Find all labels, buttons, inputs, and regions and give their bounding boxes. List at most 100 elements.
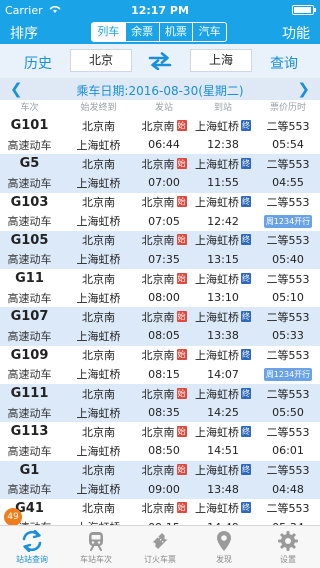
train-number: G105 <box>10 232 49 248</box>
train-row[interactable]: G107 北京南 北京南始上海虹桥终二等553 高速动车 上海虹桥 08:05 13:38 0… <box>0 307 320 346</box>
history-button[interactable]: 历史 <box>24 53 52 73</box>
duration: 06:01 <box>272 444 304 458</box>
segment-bus[interactable]: 汽车 <box>192 23 226 41</box>
departure-time: 08:50 <box>148 444 180 458</box>
train-type: 高速动车 <box>7 444 52 458</box>
origin-station: 北京南 <box>82 425 115 439</box>
terminus-station: 上海虹桥 <box>76 444 121 458</box>
arrival-time: 13:48 <box>207 482 239 496</box>
departure-station-name: 北京南 <box>141 502 175 516</box>
col-origin-terminus[interactable]: 始发终到 <box>59 100 138 116</box>
train-number: G113 <box>10 424 49 440</box>
terminus-badge: 终 <box>241 387 251 399</box>
ticket-price: 二等553 <box>266 425 310 439</box>
departure-station: 北京南始 <box>138 386 190 402</box>
swap-stations-icon[interactable] <box>147 52 173 74</box>
tab-station-query[interactable]: 站站查询 <box>0 526 64 568</box>
ticket-price: 二等553 <box>266 502 310 516</box>
origin-badge: 始 <box>176 119 187 131</box>
arrival-station-name: 上海虹桥 <box>195 387 239 401</box>
ticket-price: 二等553 <box>266 310 310 324</box>
functions-button[interactable]: 功能 <box>282 23 310 43</box>
segment-flights[interactable]: 机票 <box>158 23 193 41</box>
col-arrival[interactable]: 到站 <box>190 100 256 116</box>
train-row[interactable]: G11 北京南 北京南始上海虹桥终二等553 高速动车 上海虹桥 08:00 13:10 05… <box>0 269 320 307</box>
train-number: G101 <box>10 118 49 133</box>
train-type: 高速动车 <box>7 215 52 229</box>
origin-station: 北京南 <box>82 310 115 324</box>
col-train-number[interactable]: 车次 <box>0 100 59 116</box>
origin-station: 北京南 <box>82 502 115 516</box>
query-button[interactable]: 查询 <box>270 53 298 73</box>
terminus-badge: 终 <box>241 157 251 169</box>
arrival-station: 上海虹桥终 <box>190 386 256 402</box>
train-type: 高速动车 <box>7 406 52 420</box>
departure-time: 08:35 <box>148 406 180 420</box>
departure-station-name: 北京南 <box>141 119 175 133</box>
terminus-badge: 终 <box>241 196 251 208</box>
arrival-station: 上海虹桥终 <box>190 424 256 440</box>
swap-arrows-icon <box>22 530 42 552</box>
terminus-badge: 终 <box>241 502 251 514</box>
ticket-icon <box>152 533 168 549</box>
origin-station: 北京南 <box>82 349 115 363</box>
train-row[interactable]: G105 北京南 北京南始上海虹桥终二等553 高速动车 上海虹桥 07:35 13:15 0… <box>0 230 320 270</box>
terminus-badge: 终 <box>241 272 251 284</box>
count-badge[interactable]: 49 <box>4 508 22 526</box>
terminus-station: 上海虹桥 <box>76 176 121 190</box>
train-row[interactable]: G113 北京南 北京南始上海虹桥终二等553 高速动车 上海虹桥 08:50 14:51 0… <box>0 422 320 460</box>
next-day-icon[interactable]: ❯ <box>297 80 310 98</box>
tab-discover[interactable]: 发现 <box>192 526 256 568</box>
terminus-station: 上海虹桥 <box>76 215 121 229</box>
arrival-station: 上海虹桥终 <box>190 156 256 172</box>
departure-station-name: 北京南 <box>141 425 175 439</box>
train-row[interactable]: G111 北京南 北京南始上海虹桥终二等553 高速动车 上海虹桥 08:35 14:25 0… <box>0 384 320 423</box>
train-row[interactable]: G103 北京南 北京南始上海虹桥终二等553 高速动车 上海虹桥 07:05 12:42 周… <box>0 193 320 231</box>
tab-book-tickets[interactable]: 订火车票 <box>128 526 192 568</box>
terminus-badge: 终 <box>241 234 251 246</box>
col-price-duration[interactable]: 票价历时 <box>256 100 320 116</box>
duration-note: 周1234开行 <box>256 367 320 382</box>
departure-time: 08:15 <box>148 367 180 381</box>
arrival-station-name: 上海虹桥 <box>195 310 239 324</box>
ticket-price: 二等553 <box>266 387 310 401</box>
station-search-row: 历史 北京 上海 查询 <box>0 44 320 78</box>
duration: 05:33 <box>272 329 304 343</box>
tab-label: 设置 <box>280 555 296 564</box>
segment-trains[interactable]: 列车 <box>92 23 125 41</box>
arrival-station-name: 上海虹桥 <box>195 349 239 363</box>
arrival-station-name: 上海虹桥 <box>195 272 239 286</box>
sort-button[interactable]: 排序 <box>10 23 38 43</box>
train-row[interactable]: G1 北京南 北京南始上海虹桥终二等553 高速动车 上海虹桥 09:00 13:48 04:… <box>0 460 320 499</box>
travel-date[interactable]: 乘车日期:2016-08-30(星期二) <box>0 82 320 99</box>
departure-station-name: 北京南 <box>141 234 175 248</box>
origin-badge: 始 <box>176 157 187 169</box>
train-row[interactable]: G109 北京南 北京南始上海虹桥终二等553 高速动车 上海虹桥 08:15 14:07 周… <box>0 346 320 384</box>
from-station-field[interactable]: 北京 <box>70 49 132 72</box>
status-bar: Carrier 12:17 PM <box>0 0 320 20</box>
tab-station-trains[interactable]: 车站车次 <box>64 526 128 568</box>
train-number: G5 <box>19 156 40 172</box>
origin-station: 北京南 <box>82 272 115 286</box>
tab-label: 站站查询 <box>16 555 48 564</box>
terminus-station: 上海虹桥 <box>76 138 121 152</box>
departure-station: 北京南始 <box>138 156 190 172</box>
terminus-badge: 终 <box>241 464 251 476</box>
col-departure[interactable]: 发站 <box>138 100 190 116</box>
clock: 12:17 PM <box>131 4 189 17</box>
tab-bar: 站站查询 车站车次 订火车票 发现 设置 <box>0 525 320 568</box>
train-number: G109 <box>10 347 49 363</box>
terminus-badge: 终 <box>241 310 251 322</box>
tab-settings[interactable]: 设置 <box>256 526 320 568</box>
arrival-time: 14:25 <box>207 406 239 420</box>
origin-station: 北京南 <box>82 234 115 248</box>
train-row[interactable]: G101 北京南 北京南始上海虹桥终二等553 高速动车 上海虹桥 06:44 12:38 0… <box>0 116 320 154</box>
gear-icon <box>278 531 298 551</box>
train-row[interactable]: G5 北京南 北京南始上海虹桥终二等553 高速动车 上海虹桥 07:00 11:55 04:… <box>0 154 320 193</box>
segment-remaining-tickets[interactable]: 余票 <box>124 23 159 41</box>
to-station-field[interactable]: 上海 <box>190 49 252 72</box>
arrival-station: 上海虹桥终 <box>190 118 256 134</box>
departure-time: 07:00 <box>148 176 180 190</box>
train-type: 高速动车 <box>7 176 52 190</box>
departure-station: 北京南始 <box>138 232 190 248</box>
